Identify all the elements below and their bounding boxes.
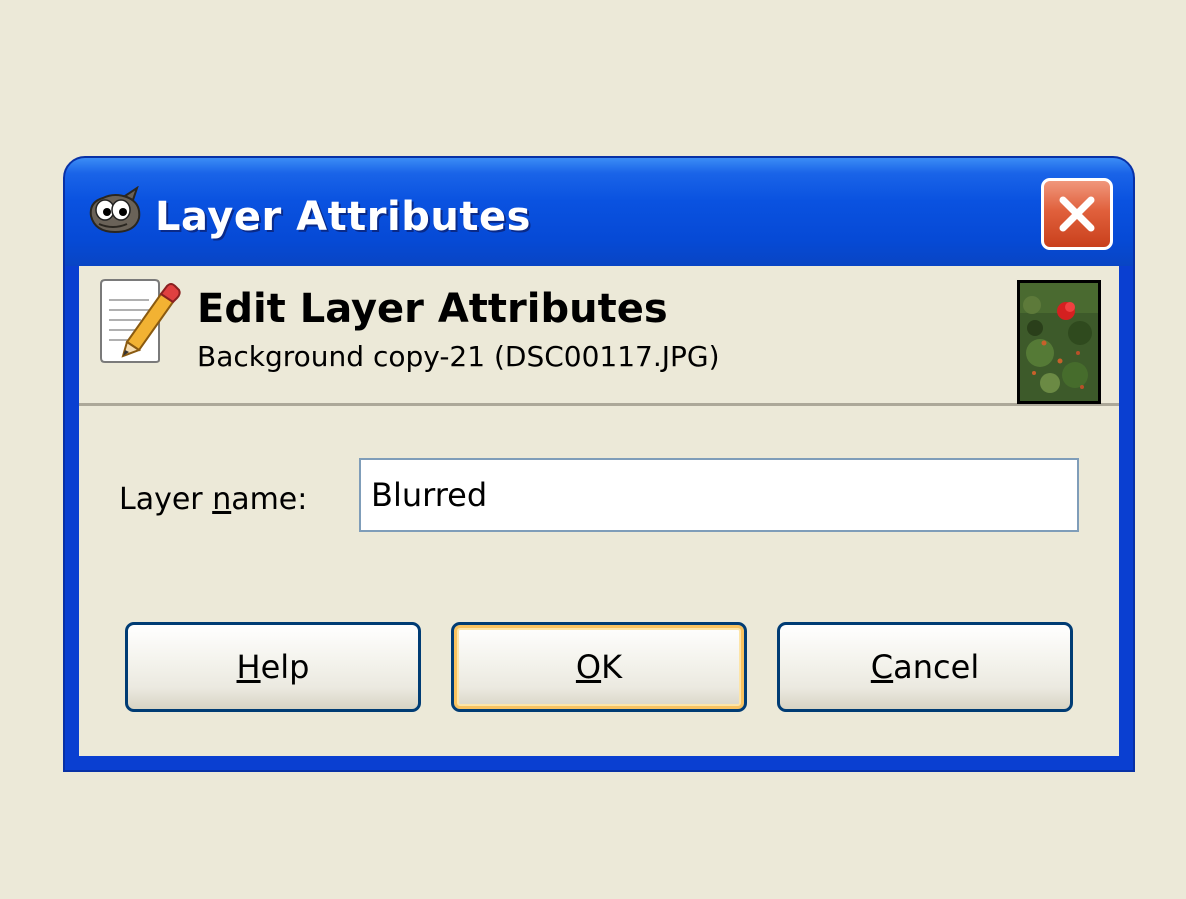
header-title: Edit Layer Attributes <box>197 286 668 332</box>
dialog-body: Edit Layer Attributes Background copy-21… <box>79 266 1119 756</box>
help-button[interactable]: Help <box>125 622 421 712</box>
window-title: Layer Attributes <box>155 194 531 240</box>
header-subtitle: Background copy-21 (DSC00117.JPG) <box>197 340 720 373</box>
layer-thumbnail <box>1017 280 1101 404</box>
cancel-button[interactable]: Cancel <box>777 622 1073 712</box>
close-button[interactable] <box>1041 178 1113 250</box>
desktop: Layer Attributes Edit Layer Attributes B… <box>0 0 1186 899</box>
dialog-header: Edit Layer Attributes Background copy-21… <box>79 266 1119 406</box>
edit-document-icon <box>97 278 183 364</box>
gimp-wilber-icon <box>85 185 143 238</box>
ok-button[interactable]: OK <box>451 622 747 712</box>
layer-name-label: Layer name: <box>119 482 308 517</box>
layer-attributes-dialog: Layer Attributes Edit Layer Attributes B… <box>63 156 1135 772</box>
title-bar[interactable]: Layer Attributes <box>65 158 1133 266</box>
layer-name-input[interactable] <box>359 458 1079 532</box>
